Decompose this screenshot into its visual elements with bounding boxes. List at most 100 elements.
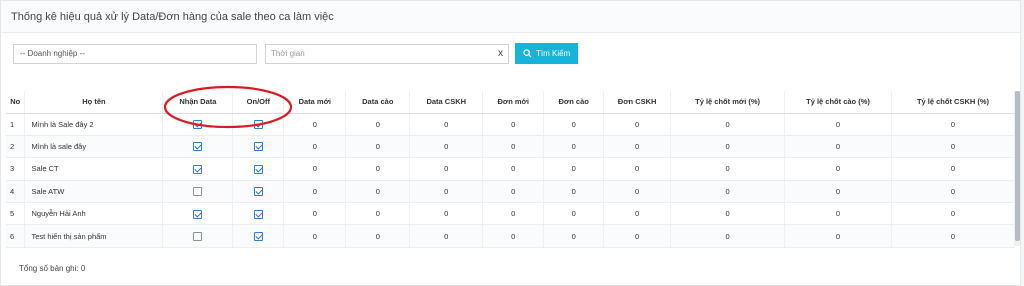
search-button-label: Tìm Kiếm — [536, 49, 571, 58]
cell-rate-new: 0 — [670, 224, 786, 248]
cell-data-new: 0 — [283, 202, 347, 226]
col-data-scraped: Data cào — [345, 91, 411, 114]
total-records: Tổng số bản ghi: 0 — [19, 264, 86, 273]
cell-data-scraped: 0 — [345, 180, 411, 204]
cell-order-cskh: 0 — [603, 113, 672, 136]
cell-order-cskh: 0 — [603, 180, 672, 204]
cell-data-scraped: 0 — [345, 135, 411, 159]
cell-name: Test hiển thị sản phẩm — [24, 224, 164, 248]
col-name: Họ tên — [24, 91, 164, 114]
receive-data-checkbox[interactable] — [193, 187, 203, 197]
table-header-row: No Họ tên Nhận Data On/Off Data mới Data… — [6, 91, 1016, 114]
cell-data-scraped: 0 — [345, 224, 411, 248]
receive-data-checkbox[interactable] — [193, 209, 203, 219]
cell-order-new: 0 — [482, 202, 545, 226]
cell-receive-data — [162, 180, 234, 204]
cell-rate-new: 0 — [670, 113, 786, 136]
cell-data-scraped: 0 — [345, 113, 411, 136]
receive-data-checkbox[interactable] — [193, 164, 203, 174]
cell-data-new: 0 — [283, 180, 347, 204]
col-data-new: Data mới — [283, 91, 347, 114]
cell-name: Mình là Sale đây 2 — [24, 113, 164, 136]
col-data-cskh: Data CSKH — [409, 91, 484, 114]
cell-receive-data — [162, 224, 234, 248]
col-rate-scraped: Tỷ lệ chốt cào (%) — [784, 91, 892, 114]
cell-rate-new: 0 — [670, 157, 786, 181]
cell-rate-cskh: 0 — [891, 113, 1016, 136]
cell-receive-data — [162, 135, 234, 159]
search-icon — [523, 49, 532, 58]
table-row: 5 Nguyễn Hải Anh 0 0 0 0 0 0 0 0 0 — [6, 202, 1016, 226]
table-row: 1 Mình là Sale đây 2000000000 — [6, 113, 1016, 136]
scrollbar-thumb[interactable] — [1015, 91, 1020, 241]
panel-header: Thống kê hiệu quả xử lý Data/Đơn hàng củ… — [1, 1, 1020, 33]
cell-rate-scraped: 0 — [784, 224, 892, 248]
cell-no: 2 — [6, 135, 26, 159]
cell-rate-new: 0 — [670, 180, 786, 204]
cell-no: 5 — [6, 202, 26, 226]
receive-data-checkbox[interactable] — [193, 119, 203, 129]
cell-order-scraped: 0 — [543, 135, 605, 159]
cell-rate-scraped: 0 — [784, 180, 892, 204]
cell-rate-scraped: 0 — [784, 135, 892, 159]
clear-date-button[interactable]: x — [498, 48, 503, 59]
table-row: 3 Sale CT 0 0 0 0 0 0 0 0 0 — [6, 157, 1016, 181]
on-off-checkbox[interactable] — [253, 231, 263, 241]
on-off-checkbox[interactable] — [253, 187, 263, 197]
stats-panel: Thống kê hiệu quả xử lý Data/Đơn hàng củ… — [0, 0, 1021, 286]
cell-rate-scraped: 0 — [784, 157, 892, 181]
search-button[interactable]: Tìm Kiếm — [515, 43, 579, 64]
cell-order-new: 0 — [482, 157, 545, 181]
cell-name: Nguyễn Hải Anh — [24, 202, 164, 226]
col-receive-data: Nhận Data — [162, 91, 234, 114]
cell-rate-cskh: 0 — [891, 180, 1016, 204]
cell-no: 6 — [6, 224, 26, 248]
cell-name: Mình là sale đây — [24, 135, 164, 159]
cell-rate-cskh: 0 — [891, 224, 1016, 248]
date-range-input[interactable]: Thời gian x — [265, 43, 509, 64]
company-select[interactable]: -- Doanh nghiệp -- — [13, 43, 257, 64]
cell-data-new: 0 — [283, 113, 347, 136]
cell-order-cskh: 0 — [603, 224, 672, 248]
on-off-checkbox[interactable] — [253, 164, 263, 174]
cell-rate-cskh: 0 — [891, 135, 1016, 159]
cell-name: Sale CT — [24, 157, 164, 181]
cell-no: 3 — [6, 157, 26, 181]
cell-rate-scraped: 0 — [784, 113, 892, 136]
cell-on-off — [232, 224, 285, 248]
cell-receive-data — [162, 157, 234, 181]
cell-data-cskh: 0 — [409, 224, 484, 248]
cell-rate-cskh: 0 — [891, 202, 1016, 226]
receive-data-checkbox[interactable] — [193, 142, 203, 152]
cell-order-new: 0 — [482, 113, 545, 136]
table-row: 6 Test hiển thị sản phẩm 0 0 0 0 0 0 0 0 0 — [6, 224, 1016, 248]
company-select-value: -- Doanh nghiệp -- — [20, 49, 85, 58]
cell-data-cskh: 0 — [409, 157, 484, 181]
cell-rate-scraped: 0 — [784, 202, 892, 226]
cell-data-new: 0 — [283, 135, 347, 159]
cell-data-new: 0 — [283, 157, 347, 181]
cell-rate-new: 0 — [670, 135, 786, 159]
cell-order-new: 0 — [482, 180, 545, 204]
cell-order-cskh: 0 — [603, 202, 672, 226]
on-off-checkbox[interactable] — [253, 119, 263, 129]
cell-data-scraped: 0 — [345, 157, 411, 181]
cell-order-scraped: 0 — [543, 157, 605, 181]
cell-rate-cskh: 0 — [891, 157, 1016, 181]
cell-data-cskh: 0 — [409, 113, 484, 136]
cell-on-off — [232, 135, 285, 159]
cell-on-off — [232, 113, 285, 136]
table-scrollbar[interactable] — [1015, 91, 1020, 246]
table-row: 4 Sale ATW 0 0 0 0 0 0 0 0 0 — [6, 180, 1016, 204]
cell-order-scraped: 0 — [543, 202, 605, 226]
receive-data-checkbox[interactable] — [193, 231, 203, 241]
date-placeholder: Thời gian — [271, 49, 305, 58]
col-order-scraped: Đơn cào — [543, 91, 605, 114]
cell-no: 4 — [6, 180, 26, 204]
on-off-checkbox[interactable] — [253, 142, 263, 152]
cell-rate-new: 0 — [670, 202, 786, 226]
cell-on-off — [232, 157, 285, 181]
on-off-checkbox[interactable] — [253, 209, 263, 219]
filter-bar: -- Doanh nghiệp -- Thời gian x Tìm Kiếm — [13, 43, 579, 64]
cell-order-new: 0 — [482, 224, 545, 248]
